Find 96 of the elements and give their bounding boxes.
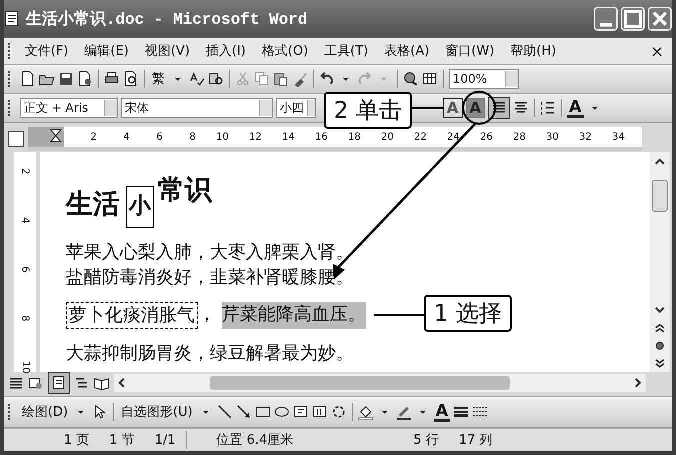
ruler-number: 16 bbox=[314, 132, 328, 142]
ruler-number: 20 bbox=[380, 132, 394, 142]
save-icon[interactable] bbox=[58, 71, 74, 87]
scroll-thumb[interactable] bbox=[652, 180, 668, 212]
menu-item[interactable]: 工具(T) bbox=[316, 40, 376, 62]
scroll-thumb[interactable] bbox=[210, 376, 510, 390]
ruler-number: 14 bbox=[281, 132, 295, 142]
research-icon[interactable] bbox=[208, 71, 224, 87]
character-shading-button[interactable]: A bbox=[466, 98, 486, 118]
body-text: ， bbox=[198, 303, 216, 327]
fill-bucket-icon[interactable] bbox=[358, 404, 374, 420]
text-box-icon[interactable] bbox=[292, 404, 309, 420]
horizontal-scrollbar[interactable] bbox=[114, 374, 646, 392]
table-icon[interactable] bbox=[422, 71, 438, 87]
body-text: 大蒜抑制肠胃炎，绿豆解暑最为妙。 bbox=[66, 342, 354, 366]
close-document-button[interactable]: × bbox=[646, 42, 668, 60]
status-text: 1 页 bbox=[63, 432, 90, 449]
rectangle-icon[interactable] bbox=[254, 404, 271, 420]
window-title: 生活小常识.doc - Microsoft Word bbox=[26, 10, 309, 30]
ruler-number: 4 bbox=[122, 132, 130, 142]
zoom-dropdown[interactable]: 100% bbox=[449, 69, 519, 89]
ruler-number: 8 bbox=[20, 315, 30, 322]
selected-text: 芹菜能降高血压。 bbox=[222, 302, 366, 329]
status-text: 1/1 bbox=[154, 432, 177, 448]
menu-item[interactable]: 格式(O) bbox=[254, 40, 316, 62]
line-style-icon[interactable] bbox=[453, 404, 470, 420]
heading-text: 常识 bbox=[158, 174, 212, 208]
menu-item[interactable]: 窗口(W) bbox=[438, 40, 503, 62]
ruler-number: 24 bbox=[446, 132, 460, 142]
ruler-number: 2 bbox=[90, 132, 97, 142]
draw-menu-button[interactable]: 绘图(D) bbox=[20, 403, 70, 421]
autoshapes-button[interactable]: 自选图形(U) bbox=[119, 403, 195, 421]
undo-icon[interactable] bbox=[319, 71, 335, 87]
pen-icon[interactable] bbox=[396, 404, 412, 420]
leader-line bbox=[412, 107, 444, 109]
print-preview-icon[interactable] bbox=[123, 71, 139, 87]
highlight-circle bbox=[462, 91, 496, 125]
body-text: 苹果入心梨入肺，大枣入脾栗入肾。 bbox=[66, 241, 354, 265]
document-icon bbox=[4, 11, 20, 27]
convert-button[interactable]: 繁 bbox=[150, 70, 167, 88]
style-dropdown[interactable]: 正文 + Aris bbox=[20, 98, 118, 118]
menu-item[interactable]: 视图(V) bbox=[136, 40, 198, 62]
menu-item[interactable]: 表格(A) bbox=[376, 40, 438, 62]
status-text: 5 行 bbox=[412, 432, 440, 449]
heading-text: 生活 bbox=[66, 188, 120, 222]
ruler-number: 6 bbox=[20, 266, 30, 273]
menu-item[interactable]: 文件(F) bbox=[17, 40, 77, 62]
ruler-number: 34 bbox=[611, 132, 625, 142]
ruler-number: 18 bbox=[347, 132, 361, 142]
paste-icon[interactable] bbox=[273, 71, 289, 87]
character-border-button[interactable]: A bbox=[443, 98, 463, 118]
minimize-button[interactable] bbox=[594, 7, 618, 31]
font-color-button[interactable]: A bbox=[434, 402, 450, 422]
ruler-number: 10 bbox=[215, 132, 229, 142]
ruler-number: 32 bbox=[578, 132, 592, 142]
arrow-icon[interactable] bbox=[236, 404, 252, 420]
leader-line bbox=[374, 314, 424, 316]
font-size-dropdown[interactable]: 小四 bbox=[276, 98, 316, 118]
close-button[interactable] bbox=[648, 7, 672, 31]
print-layout-icon[interactable] bbox=[48, 372, 70, 394]
ruler-number: 2 bbox=[20, 168, 30, 175]
callout-label: 1 选择 bbox=[424, 294, 512, 332]
distribute-icon[interactable] bbox=[513, 100, 530, 116]
numbered-list-icon[interactable] bbox=[540, 100, 556, 116]
font-color-button[interactable]: A bbox=[567, 98, 584, 118]
maximize-button[interactable] bbox=[621, 7, 645, 31]
ruler-number: 30 bbox=[545, 132, 559, 142]
menu-item[interactable]: 帮助(H) bbox=[502, 40, 564, 62]
menu-item[interactable]: 插入(I) bbox=[198, 40, 254, 62]
ruler-number: 28 bbox=[512, 132, 526, 142]
ruler-number: 8 bbox=[188, 132, 196, 142]
status-text: 17 列 bbox=[458, 432, 494, 449]
ruler-number: 4 bbox=[20, 217, 30, 224]
status-text: 位置 6.4厘米 bbox=[186, 431, 304, 449]
spelling-icon[interactable] bbox=[189, 71, 205, 87]
justify-icon[interactable] bbox=[488, 97, 510, 119]
ruler-number: 10 bbox=[20, 361, 30, 374]
status-text: 1 节 bbox=[108, 432, 136, 449]
vertical-text-box-icon[interactable] bbox=[312, 404, 328, 420]
oval-icon[interactable] bbox=[274, 404, 290, 420]
body-text: 盐醋防毒消炎好，韭菜补肾暖膝腰。 bbox=[66, 266, 354, 290]
diagram-icon[interactable] bbox=[330, 404, 347, 420]
vertical-scrollbar[interactable] bbox=[650, 152, 670, 372]
font-dropdown[interactable]: 宋体 bbox=[121, 98, 273, 118]
body-text: 萝卜化痰消胀气 bbox=[66, 302, 198, 329]
ruler-number: 12 bbox=[248, 132, 262, 142]
heading-text: 小 bbox=[126, 186, 154, 228]
ruler-number: 22 bbox=[413, 132, 427, 142]
callout-label: 2 单击 bbox=[324, 92, 412, 129]
ruler-number: 26 bbox=[479, 132, 493, 142]
tab-selector-button[interactable] bbox=[8, 131, 24, 147]
new-document-icon[interactable] bbox=[20, 71, 36, 87]
line-icon[interactable] bbox=[216, 404, 233, 420]
indent-marker-icon[interactable] bbox=[28, 127, 64, 147]
menu-item[interactable]: 编辑(E) bbox=[76, 40, 137, 62]
ruler-number: 6 bbox=[156, 132, 163, 142]
